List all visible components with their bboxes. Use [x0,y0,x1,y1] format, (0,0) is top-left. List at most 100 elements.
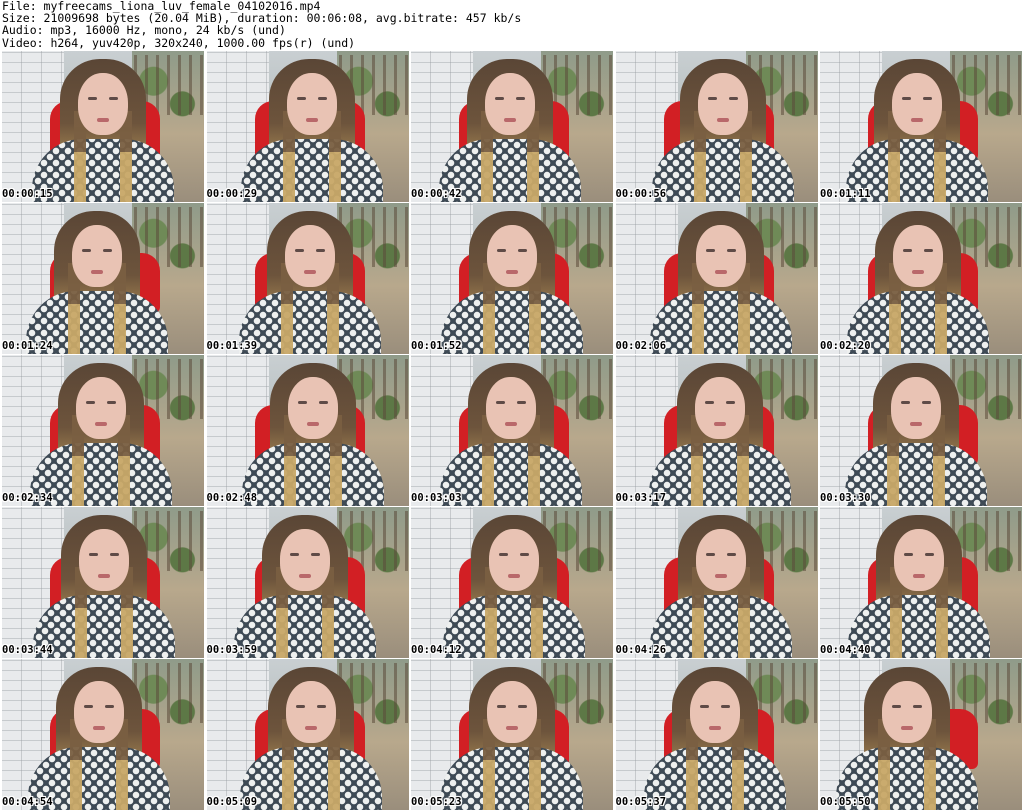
right-eye [520,553,529,556]
mouth [910,422,922,426]
left-eye [296,97,306,100]
right-eye [315,249,325,252]
right-eye [922,401,931,404]
thumbnail-timestamp: 00:02:34 [2,492,53,504]
face [286,73,337,135]
video-thumbnail: 00:03:44 [2,507,204,658]
mouth [714,574,727,578]
video-thumbnail: 00:00:15 [2,51,204,202]
right-eye [924,249,933,252]
mouth [98,574,110,578]
mouth [508,574,520,578]
right-eye [726,553,736,556]
right-eye [518,705,527,708]
face [695,225,746,287]
right-eye [725,401,735,404]
face [891,377,941,439]
video-thumbnail: 00:01:39 [206,203,409,354]
face [485,73,535,135]
thumbnail-timestamp: 00:04:54 [2,796,53,808]
right-eye [913,705,922,708]
file-info-header: File: myfreecams_liona_luv_female_041020… [2,0,1022,50]
face [486,377,536,439]
video-thumbnail: 00:01:24 [2,203,204,354]
right-eye [517,401,526,404]
thumbnail-timestamp: 00:03:44 [2,644,53,656]
mouth [714,270,727,274]
video-thumbnail: 00:03:03 [411,355,613,506]
face [487,225,537,287]
mouth [713,422,726,426]
thumbnail-timestamp: 00:01:52 [411,340,462,352]
mouth [506,726,518,730]
right-eye [316,705,326,708]
face [695,529,746,591]
right-eye [103,249,112,252]
face [892,73,942,135]
face [882,681,932,743]
mouth [306,422,319,426]
face [489,529,539,591]
mouth [305,118,318,122]
mouth [912,270,924,274]
right-eye [105,705,114,708]
video-thumbnail: 00:05:23 [411,659,613,810]
thumbnail-timestamp: 00:01:24 [2,340,53,352]
video-thumbnail: 00:01:52 [411,203,613,354]
thumbnail-timestamp: 00:02:48 [206,492,258,504]
thumbnail-timestamp: 00:04:40 [820,644,871,656]
right-eye [310,553,320,556]
left-eye [82,249,91,252]
face [72,225,122,287]
thumbnail-timestamp: 00:02:06 [615,340,667,352]
right-eye [925,553,934,556]
mouth [95,422,107,426]
thumbnail-timestamp: 00:00:29 [206,188,258,200]
right-eye [109,97,118,100]
face [287,377,338,439]
right-eye [107,401,116,404]
face [74,681,124,743]
mouth [93,726,105,730]
mouth [505,422,517,426]
left-eye [704,401,714,404]
thumbnail-timestamp: 00:00:15 [2,188,53,200]
video-thumbnail: 00:05:09 [206,659,409,810]
thumbnail-timestamp: 00:03:17 [615,492,667,504]
video-thumbnail: 00:01:11 [820,51,1022,202]
left-eye [84,705,93,708]
face [79,529,129,591]
thumbnail-timestamp: 00:03:59 [206,644,258,656]
left-eye [707,97,717,100]
face [894,529,944,591]
thumbnail-timestamp: 00:00:56 [615,188,667,200]
right-eye [318,401,328,404]
left-eye [901,401,910,404]
video-thumbnail: 00:00:29 [206,51,409,202]
left-eye [496,401,505,404]
thumbnail-timestamp: 00:04:12 [411,644,462,656]
mouth [913,574,925,578]
video-thumbnail: 00:00:42 [411,51,613,202]
right-eye [110,553,119,556]
face [893,225,943,287]
left-eye [88,97,97,100]
thumbnail-timestamp: 00:00:42 [411,188,462,200]
video-thumbnail: 00:04:54 [2,659,204,810]
face [689,681,740,743]
thumbnail-timestamp: 00:01:11 [820,188,871,200]
video-thumbnail: 00:00:56 [615,51,818,202]
face [487,681,537,743]
right-eye [518,249,527,252]
left-eye [295,705,305,708]
thumbnail-timestamp: 00:05:09 [206,796,258,808]
mouth [716,118,729,122]
left-eye [499,553,508,556]
video-thumbnail: 00:02:20 [820,203,1022,354]
video-thumbnail: 00:04:26 [615,507,818,658]
left-eye [705,553,715,556]
thumbnail-timestamp: 00:05:50 [820,796,871,808]
mouth [504,118,516,122]
video-thumbnail: 00:05:50 [820,659,1022,810]
video-thumbnail: 00:03:59 [206,507,409,658]
